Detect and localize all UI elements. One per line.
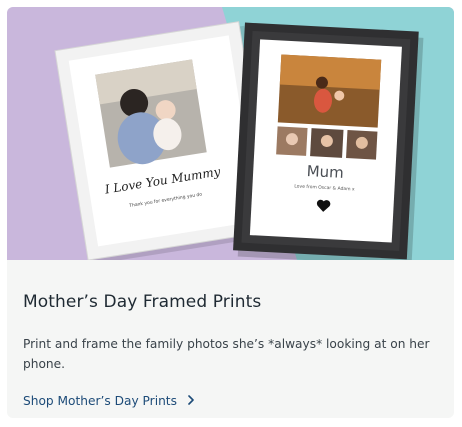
card-description: Print and frame the family photos she’s …: [23, 337, 430, 371]
card-content: Mother’s Day Framed Prints Print and fra…: [23, 260, 438, 418]
card-title: Mother’s Day Framed Prints: [23, 292, 262, 312]
hero-illustration: I Love You Mummy Thank you for everythin…: [7, 7, 454, 260]
chevron-right-icon: [187, 394, 195, 408]
product-card[interactable]: I Love You Mummy Thank you for everythin…: [7, 7, 454, 418]
hero-image[interactable]: I Love You Mummy Thank you for everythin…: [7, 7, 454, 260]
shop-prints-link-label: Shop Mother’s Day Prints: [23, 394, 177, 408]
right-frame-print: Mum Love from Oscar & Adam x: [233, 22, 424, 260]
right-print-name: Mum: [306, 162, 344, 182]
shop-prints-link[interactable]: Shop Mother’s Day Prints: [23, 391, 195, 411]
